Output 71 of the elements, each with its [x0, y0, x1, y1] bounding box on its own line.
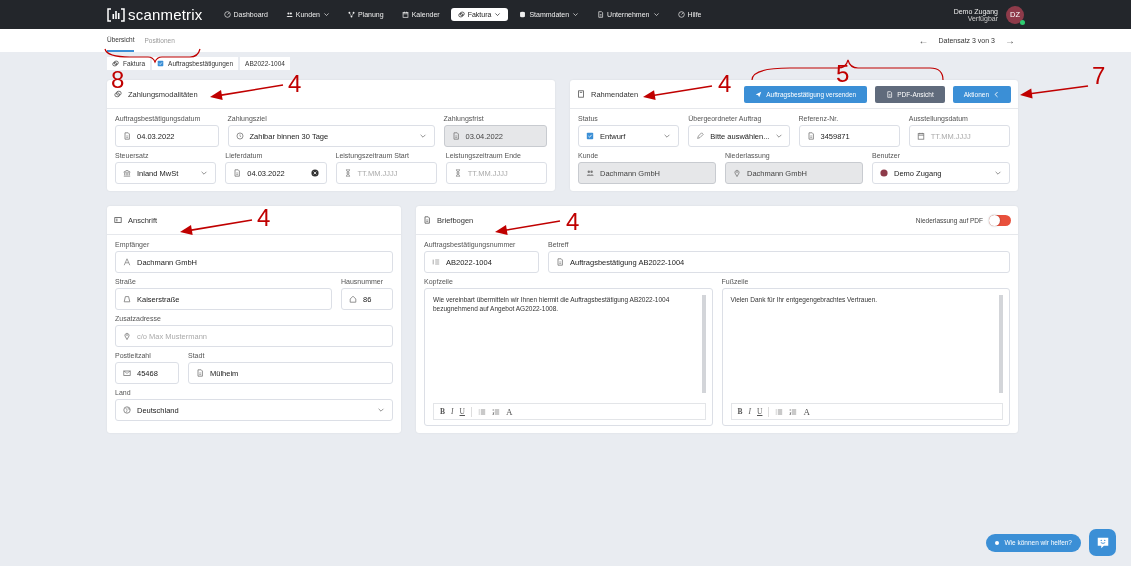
annotation-arrow	[495, 220, 561, 235]
book-icon	[577, 90, 585, 98]
globe-icon	[123, 406, 131, 414]
numbered-icon	[491, 407, 500, 416]
chat-icon	[1095, 535, 1110, 550]
chevron-down-icon	[377, 406, 385, 414]
gauge-icon	[677, 11, 685, 18]
online-dot	[1020, 19, 1025, 25]
people-icon	[586, 169, 594, 177]
chevron-down-icon	[572, 11, 580, 18]
send-icon	[755, 90, 763, 98]
format-button[interactable]: A	[803, 406, 810, 417]
doc-icon	[423, 216, 431, 224]
annotation-number: 4	[566, 208, 580, 235]
annotation-number: 4	[718, 70, 732, 97]
person-icon	[123, 258, 131, 266]
annotation-number: 4	[288, 70, 302, 97]
annotation-arrow	[643, 85, 713, 101]
logo-icon	[107, 7, 125, 22]
chevron-down-icon	[418, 132, 427, 140]
numbered-icon	[789, 407, 798, 416]
card-icon	[114, 216, 122, 224]
db-icon	[519, 11, 527, 18]
chevron-down-icon	[322, 11, 330, 18]
clock-icon	[235, 132, 244, 140]
next-arrow[interactable]: →	[1005, 35, 1015, 46]
chevron-down-icon	[663, 132, 672, 140]
doc-icon	[196, 369, 204, 377]
doc-icon	[597, 11, 605, 18]
doc-icon	[233, 169, 242, 177]
chevron-left-icon	[993, 90, 1000, 98]
chevron-down-icon	[494, 11, 502, 18]
doc-icon	[123, 132, 131, 140]
logo-text: scanmetrix	[128, 6, 203, 23]
hourglass-icon	[343, 169, 352, 177]
bullets-icon	[775, 407, 784, 416]
annotation-number: 4	[257, 204, 271, 231]
avatar-icon	[880, 169, 888, 177]
road-icon	[123, 295, 131, 303]
bank-icon	[123, 169, 131, 177]
calendar-icon	[916, 132, 925, 140]
list-icon	[432, 258, 440, 266]
chevron-down-icon	[994, 169, 1002, 177]
annotation-arrow	[1020, 85, 1089, 99]
gauge-icon	[223, 11, 231, 18]
chevron-down-icon	[652, 11, 660, 18]
doc-icon	[556, 258, 564, 266]
clear-icon	[310, 169, 319, 177]
toggle-switch[interactable]	[989, 214, 1011, 226]
pen-icon	[696, 132, 705, 140]
checkbox-icon	[586, 132, 594, 140]
house-icon	[349, 295, 357, 303]
people-icon	[285, 11, 293, 18]
checkbox-icon	[157, 60, 165, 67]
chevron-down-icon	[775, 132, 784, 140]
mail-icon	[123, 369, 131, 377]
chevron-down-icon	[200, 169, 209, 177]
chat-button[interactable]	[1089, 529, 1116, 556]
nodes-icon	[347, 11, 355, 18]
bullets-icon	[477, 407, 486, 416]
format-button[interactable]: A	[505, 406, 513, 417]
doc-icon	[806, 132, 815, 140]
annotation-number: 5	[836, 60, 850, 87]
previous-arrow[interactable]: ←	[918, 35, 929, 46]
doc-icon	[886, 90, 894, 98]
doc-icon	[451, 132, 460, 140]
pin-icon	[733, 169, 741, 177]
annotation-number: 7	[1092, 62, 1106, 89]
hourglass-icon	[453, 169, 462, 177]
calendar-icon	[401, 11, 409, 18]
pin-icon	[123, 332, 131, 340]
